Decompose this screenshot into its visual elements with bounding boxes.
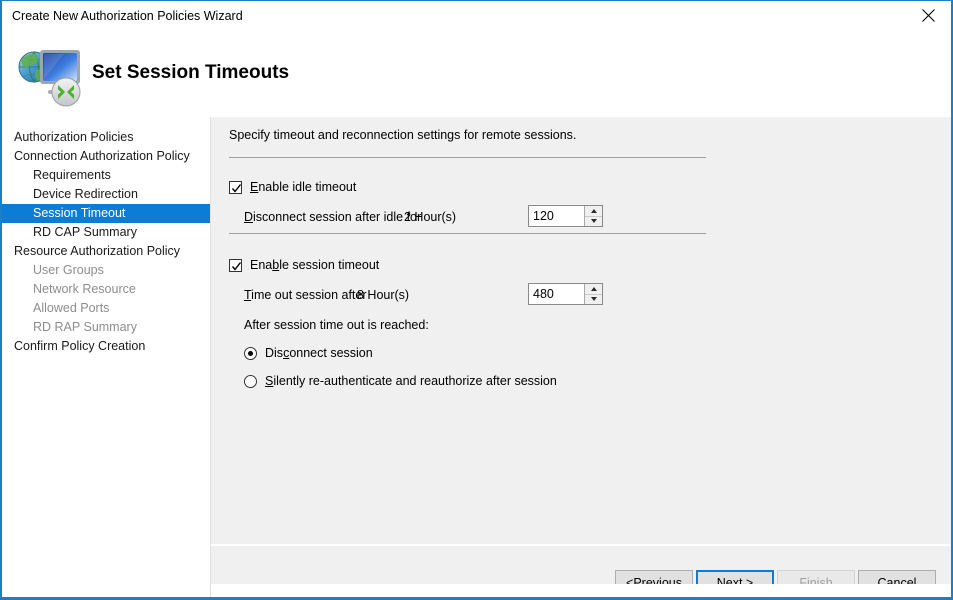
wizard-step-nav: Authorization Policies Connection Author…: [2, 117, 210, 597]
button-bar: < Previous Next > Finish Cancel: [211, 546, 951, 597]
sidebar-item-resource-authorization-policy[interactable]: Resource Authorization Policy: [2, 242, 210, 261]
sidebar-item-rd-cap-summary[interactable]: RD CAP Summary: [2, 223, 210, 242]
enable-session-timeout-row[interactable]: Enable session timeout: [229, 258, 379, 272]
intro-text: Specify timeout and reconnection setting…: [229, 128, 576, 142]
sidebar-item-network-resource[interactable]: Network Resource: [2, 280, 210, 299]
sidebar-item-confirm-policy-creation[interactable]: Confirm Policy Creation: [2, 337, 210, 356]
session-spinner-buttons[interactable]: [584, 284, 602, 304]
idle-hours-text: 2 Hour(s): [404, 210, 456, 224]
time-out-session-after-label: Time out session after: [244, 288, 367, 302]
wizard-window: Create New Authorization Policies Wizard: [0, 0, 953, 600]
idle-spinner-buttons[interactable]: [584, 206, 602, 226]
disconnect-after-idle-label: Disconnect session after idle for: [244, 210, 421, 224]
content-pane: Specify timeout and reconnection setting…: [211, 117, 951, 597]
enable-idle-timeout-row[interactable]: Enable idle timeout: [229, 180, 356, 194]
sidebar-item-session-timeout[interactable]: Session Timeout: [2, 204, 210, 223]
page-title: Set Session Timeouts: [92, 62, 289, 84]
session-timeout-spinner[interactable]: [528, 283, 603, 305]
sidebar-item-user-groups[interactable]: User Groups: [2, 261, 210, 280]
wizard-body: Authorization Policies Connection Author…: [2, 117, 951, 597]
sidebar-item-connection-authorization-policy[interactable]: Connection Authorization Policy: [2, 147, 210, 166]
idle-timeout-input[interactable]: [529, 206, 584, 226]
disconnect-session-option[interactable]: Disconnect session: [244, 346, 373, 360]
disconnect-session-radio[interactable]: [244, 347, 257, 360]
enable-session-timeout-label: Enable session timeout: [250, 258, 379, 272]
idle-timeout-spinner[interactable]: [528, 205, 603, 227]
sidebar-item-device-redirection[interactable]: Device Redirection: [2, 185, 210, 204]
label-rest: isconnect session after idle for: [253, 210, 421, 224]
label-start: Ena: [250, 258, 272, 272]
remote-desktop-gateway-icon: [14, 40, 84, 110]
silently-reauthenticate-radio[interactable]: [244, 375, 257, 388]
session-timeout-input[interactable]: [529, 284, 584, 304]
label-rest: ilently re-authenticate and reauthorize …: [273, 374, 557, 388]
disconnect-session-label: Disconnect session: [265, 346, 373, 360]
session-spinner-up-icon[interactable]: [585, 284, 602, 295]
enable-idle-timeout-label: Enable idle timeout: [250, 180, 356, 194]
window-title: Create New Authorization Policies Wizard: [12, 9, 243, 23]
session-hours-text: 8 Hour(s): [357, 288, 409, 302]
enable-session-timeout-checkbox[interactable]: [229, 259, 242, 272]
close-icon[interactable]: [906, 1, 951, 30]
label-start: Dis: [265, 346, 283, 360]
label-rest: ime out session after: [251, 288, 366, 302]
enable-idle-timeout-checkbox[interactable]: [229, 181, 242, 194]
idle-spinner-down-icon[interactable]: [585, 217, 602, 227]
separator-middle: [229, 233, 706, 234]
wizard-header: Set Session Timeouts: [2, 32, 951, 117]
idle-spinner-up-icon[interactable]: [585, 206, 602, 217]
label-rest: nable idle timeout: [258, 180, 356, 194]
silently-reauthenticate-option[interactable]: Silently re-authenticate and reauthorize…: [244, 374, 557, 388]
sidebar-item-rd-rap-summary[interactable]: RD RAP Summary: [2, 318, 210, 337]
separator-top: [229, 157, 706, 158]
label-rest: le session timeout: [279, 258, 379, 272]
title-bar: Create New Authorization Policies Wizard: [2, 1, 951, 32]
sidebar-item-requirements[interactable]: Requirements: [2, 166, 210, 185]
silently-reauthenticate-label: Silently re-authenticate and reauthorize…: [265, 374, 557, 388]
sidebar-item-authorization-policies[interactable]: Authorization Policies: [2, 128, 210, 147]
after-session-timeout-label: After session time out is reached:: [244, 318, 429, 332]
accel-char: D: [244, 210, 253, 224]
button-bar-footer: [211, 584, 951, 597]
sidebar-item-allowed-ports[interactable]: Allowed Ports: [2, 299, 210, 318]
session-spinner-down-icon[interactable]: [585, 295, 602, 305]
label-rest: onnect session: [289, 346, 372, 360]
